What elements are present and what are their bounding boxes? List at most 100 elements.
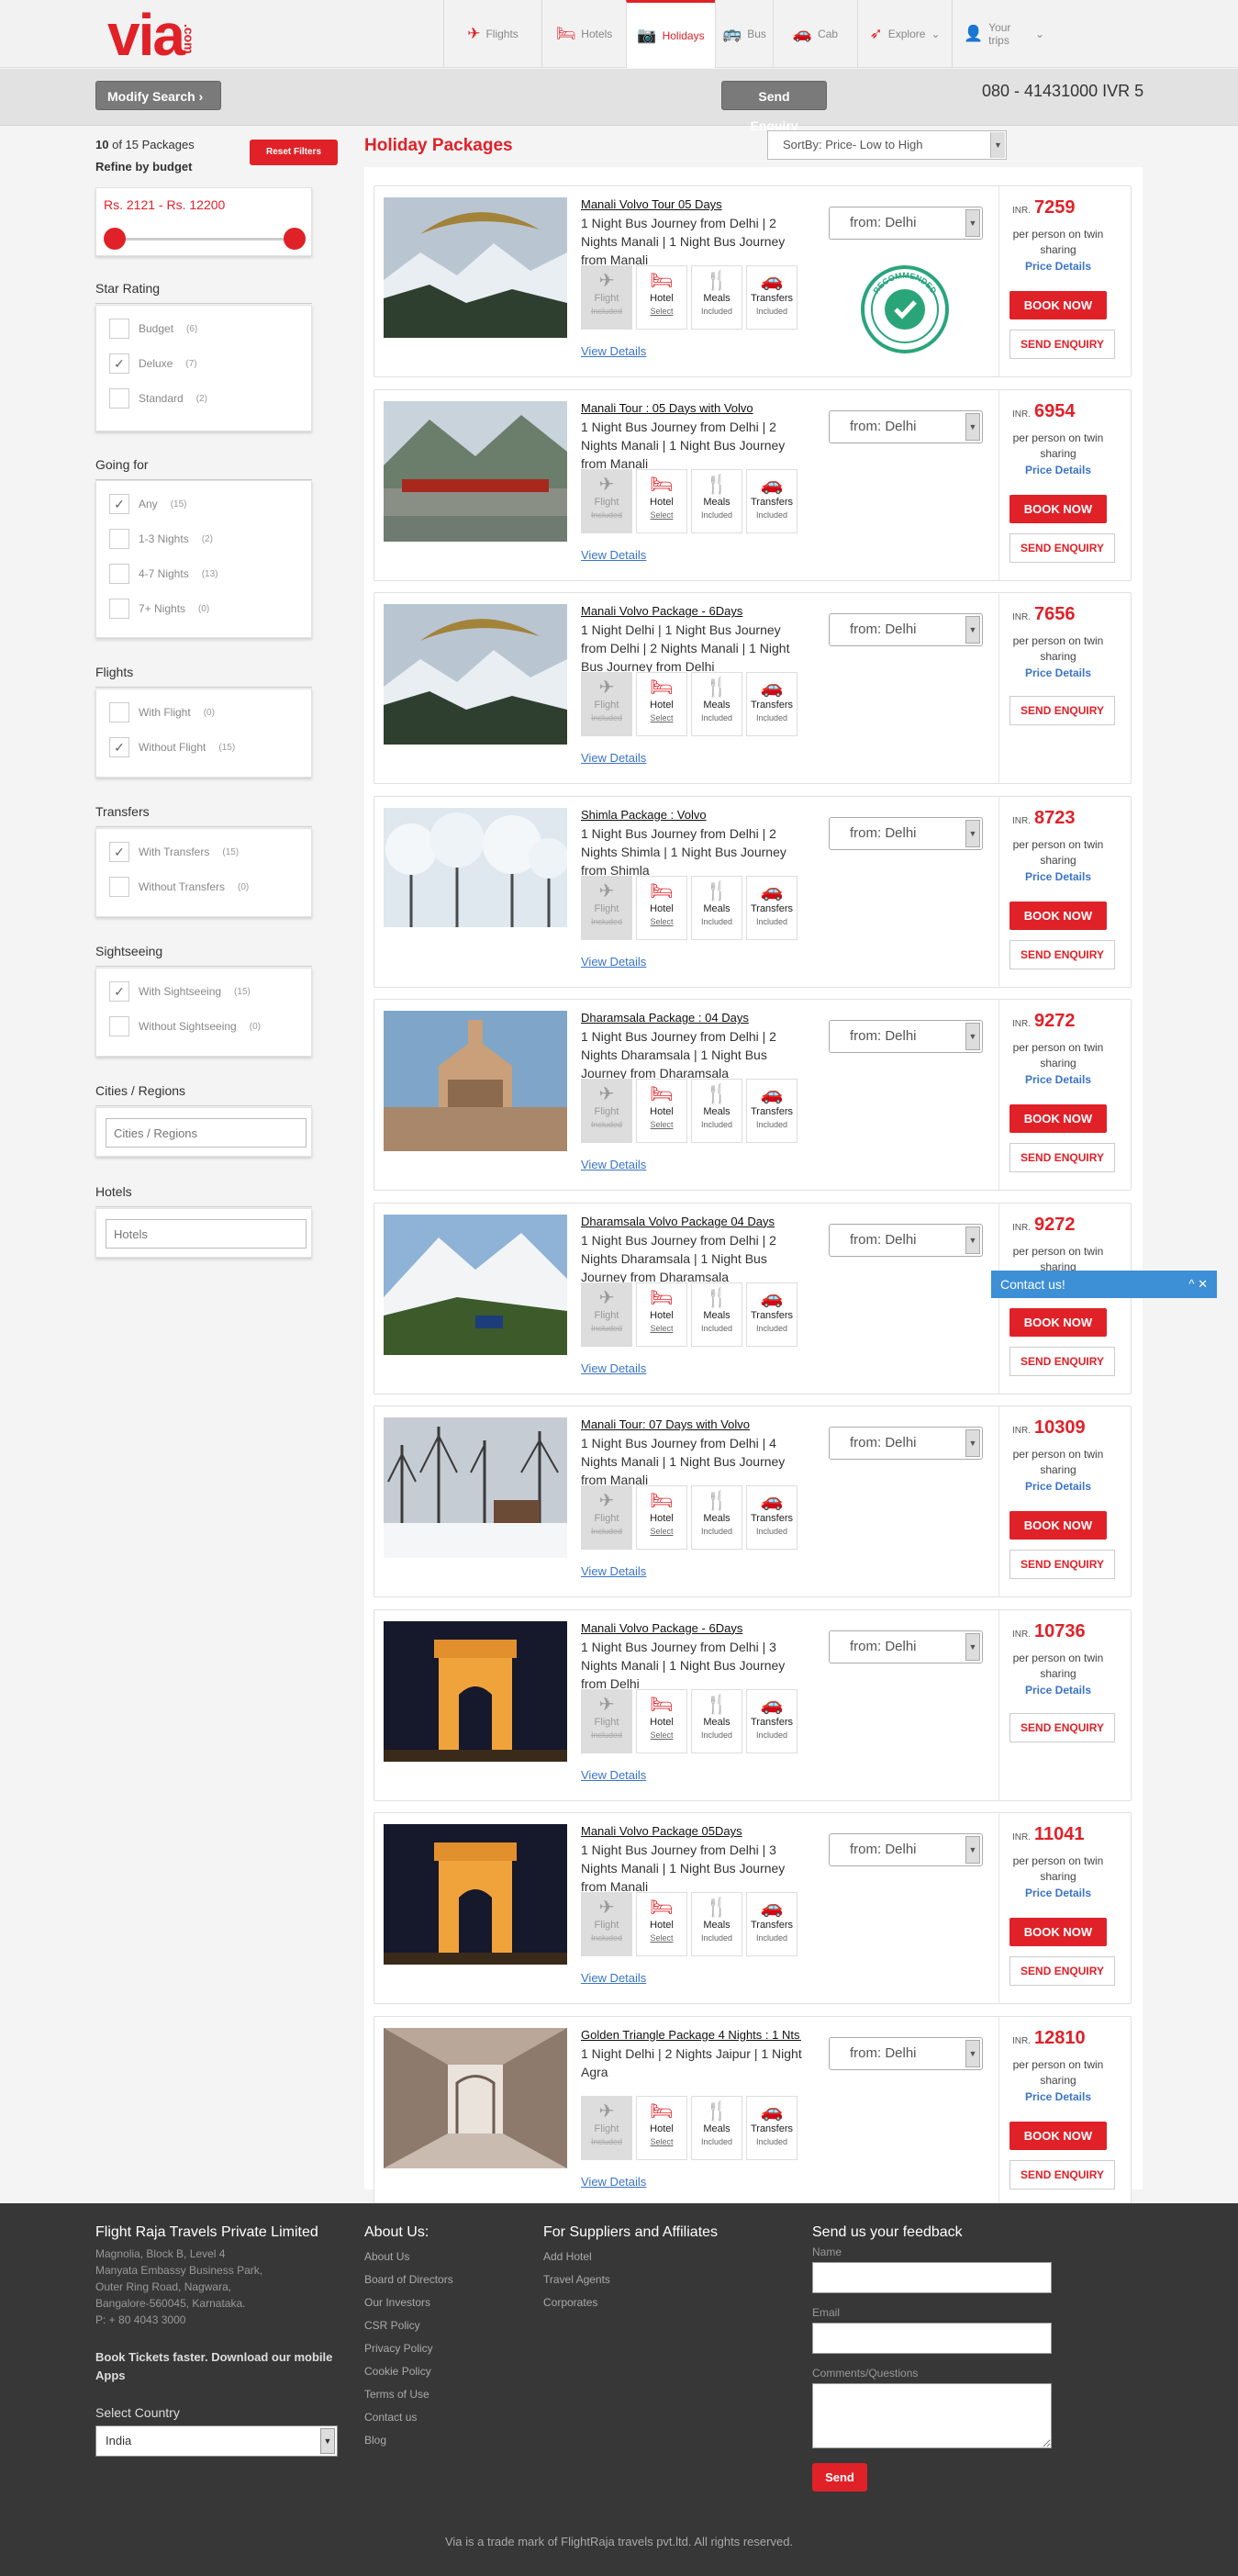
package-image[interactable] [384, 807, 567, 948]
star-rating-option[interactable]: Budget (6) [109, 319, 197, 339]
send-enquiry-button[interactable]: SEND ENQUIRY [1009, 1346, 1115, 1376]
view-details-link[interactable]: View Details [581, 955, 646, 969]
nav-your-trips[interactable]: 👤 Your trips ⌄ [952, 0, 1055, 68]
departure-city-select[interactable]: from: Delhi ▼ [829, 409, 983, 443]
send-enquiry-button[interactable]: SEND ENQUIRY [1009, 939, 1115, 969]
footer-link[interactable]: Board of Directors [364, 2268, 453, 2291]
modify-search-button[interactable]: Modify Search › [95, 81, 221, 110]
amenity-status[interactable]: Select [637, 711, 686, 724]
footer-link[interactable]: Cookie Policy [364, 2360, 453, 2383]
send-enquiry-button[interactable]: SEND ENQUIRY [1009, 330, 1115, 359]
checkbox[interactable] [109, 388, 129, 409]
price-details-link[interactable]: Price Details [999, 260, 1117, 273]
price-details-link[interactable]: Price Details [999, 1073, 1117, 1086]
package-name-link[interactable]: Manali Tour : 05 Days with Volvo [581, 401, 801, 415]
checkbox[interactable] [109, 529, 129, 549]
price-details-link[interactable]: Price Details [999, 1480, 1117, 1493]
amenity-status[interactable]: Select [637, 2135, 686, 2148]
transfers-option[interactable]: ✓ With Transfers (15) [109, 842, 239, 862]
package-image[interactable] [384, 1214, 567, 1355]
price-details-link[interactable]: Price Details [999, 2090, 1117, 2103]
amenity-status[interactable]: Select [637, 1322, 686, 1335]
package-image[interactable] [384, 1011, 567, 1151]
book-now-button[interactable]: BOOK NOW [1009, 291, 1107, 319]
country-select[interactable]: India ▼ [95, 2425, 338, 2457]
footer-link[interactable]: Our Investors [364, 2291, 453, 2314]
going-for-option[interactable]: 1-3 Nights (2) [109, 529, 213, 549]
package-image[interactable] [384, 2027, 567, 2168]
star-rating-option[interactable]: Standard (2) [109, 388, 207, 409]
package-image[interactable] [384, 604, 567, 745]
checkbox[interactable] [109, 877, 129, 897]
book-now-button[interactable]: BOOK NOW [1009, 1307, 1107, 1337]
view-details-link[interactable]: View Details [581, 344, 646, 358]
package-name-link[interactable]: Manali Volvo Package - 6Days [581, 604, 801, 618]
checkbox[interactable] [109, 319, 129, 339]
checkbox[interactable] [109, 599, 129, 619]
departure-city-select[interactable]: from: Delhi ▼ [829, 1223, 983, 1257]
footer-link[interactable]: Blog [364, 2429, 453, 2452]
amenity-status[interactable]: Select [637, 1932, 686, 1944]
budget-slider-track[interactable] [115, 238, 295, 241]
cities-input[interactable] [106, 1118, 307, 1148]
feedback-comments-field[interactable] [812, 2383, 1052, 2448]
price-details-link[interactable]: Price Details [999, 464, 1117, 476]
amenity-status[interactable]: Select [637, 915, 686, 928]
package-image[interactable] [384, 1824, 567, 1965]
flights-option[interactable]: ✓ Without Flight (15) [109, 737, 235, 757]
package-image[interactable] [384, 1417, 567, 1558]
sightseeing-option[interactable]: ✓ With Sightseeing (15) [109, 981, 251, 1002]
star-rating-option[interactable]: ✓ Deluxe (7) [109, 353, 197, 374]
checkbox[interactable]: ✓ [109, 737, 129, 757]
departure-city-select[interactable]: from: Delhi ▼ [829, 1630, 983, 1663]
view-details-link[interactable]: View Details [581, 548, 646, 562]
send-enquiry-button[interactable]: SEND ENQUIRY [1009, 1712, 1115, 1742]
contact-us-widget[interactable]: Contact us! ^ ✕ [991, 1271, 1217, 1298]
nav-cab[interactable]: 🚗 Cab [773, 0, 857, 68]
view-details-link[interactable]: View Details [581, 1564, 646, 1578]
book-now-button[interactable]: BOOK NOW [1009, 2121, 1107, 2150]
footer-link[interactable]: Corporates [543, 2291, 718, 2314]
amenity-status[interactable]: Select [637, 1729, 686, 1742]
departure-city-select[interactable]: from: Delhi ▼ [829, 816, 983, 850]
book-now-button[interactable]: BOOK NOW [1009, 1511, 1107, 1540]
send-enquiry-button[interactable]: SEND ENQUIRY [1009, 1956, 1115, 1986]
going-for-option[interactable]: 4-7 Nights (13) [109, 564, 218, 584]
view-details-link[interactable]: View Details [581, 1158, 646, 1171]
checkbox[interactable] [109, 1016, 129, 1036]
package-name-link[interactable]: Manali Tour: 07 Days with Volvo [581, 1417, 801, 1431]
price-details-link[interactable]: Price Details [999, 666, 1117, 679]
footer-link[interactable]: Privacy Policy [364, 2337, 453, 2360]
package-name-link[interactable]: Manali Volvo Package - 6Days [581, 1621, 801, 1635]
feedback-send-button[interactable]: Send [812, 2463, 867, 2492]
departure-city-select[interactable]: from: Delhi ▼ [829, 1020, 983, 1053]
feedback-email-field[interactable] [812, 2323, 1052, 2354]
nav-explore[interactable]: ➶ Explore ⌄ [857, 0, 952, 68]
view-details-link[interactable]: View Details [581, 2175, 646, 2189]
footer-link[interactable]: Contact us [364, 2406, 453, 2429]
sightseeing-option[interactable]: Without Sightseeing (0) [109, 1016, 261, 1036]
transfers-option[interactable]: Without Transfers (0) [109, 877, 249, 897]
view-details-link[interactable]: View Details [581, 1971, 646, 1985]
send-enquiry-button[interactable]: SEND ENQUIRY [1009, 532, 1115, 563]
send-enquiry-button[interactable]: SEND ENQUIRY [1009, 2159, 1115, 2190]
nav-flights[interactable]: ✈ Flights [443, 0, 541, 68]
book-now-button[interactable]: BOOK NOW [1009, 494, 1107, 523]
send-enquiry-button[interactable]: SEND ENQUIRY [1009, 696, 1115, 725]
view-details-link[interactable]: View Details [581, 1768, 646, 1782]
budget-max-handle[interactable] [284, 228, 306, 250]
book-now-button[interactable]: BOOK NOW [1009, 1104, 1107, 1133]
departure-city-select[interactable]: from: Delhi ▼ [829, 613, 983, 646]
package-name-link[interactable]: Dharamsala Volvo Package 04 Days [581, 1215, 801, 1228]
nav-hotels[interactable]: 🛏 Hotels [541, 0, 626, 68]
amenity-status[interactable]: Select [637, 1525, 686, 1538]
price-details-link[interactable]: Price Details [999, 870, 1117, 883]
checkbox[interactable]: ✓ [109, 353, 129, 374]
feedback-name-field[interactable] [812, 2262, 1052, 2293]
package-name-link[interactable]: Manali Volvo Package 05Days [581, 1824, 801, 1838]
package-image[interactable] [384, 1620, 567, 1762]
book-now-button[interactable]: BOOK NOW [1009, 1918, 1107, 1946]
amenity-status[interactable]: Select [637, 1118, 686, 1131]
going-for-option[interactable]: 7+ Nights (0) [109, 599, 209, 619]
footer-link[interactable]: About Us [364, 2246, 453, 2268]
